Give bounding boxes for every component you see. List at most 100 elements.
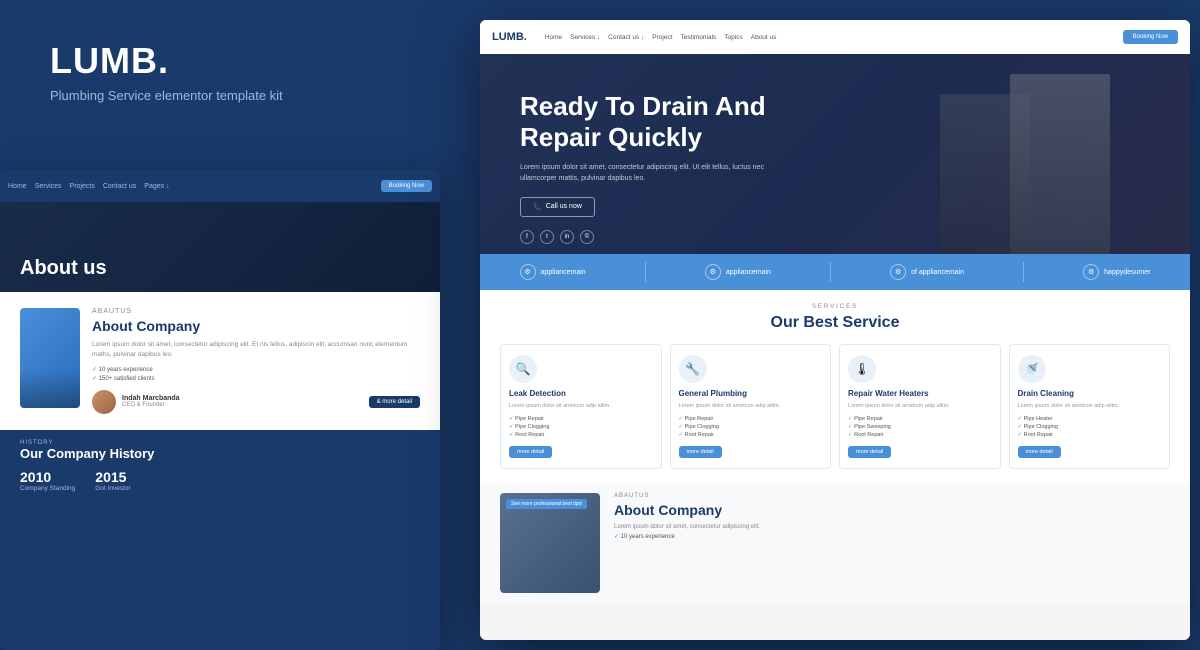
service-more-btn[interactable]: more detail xyxy=(1018,446,1061,458)
service-card-heater: 🌡 Repair Water Heaters Lorem ipsum dolor… xyxy=(839,344,1001,469)
history-years: 2010 Company Standing 2015 Got Investor xyxy=(20,469,420,492)
about-company-section: Abautus About Company Lorem ipsum dolor … xyxy=(0,292,440,430)
service-more-btn[interactable]: more detail xyxy=(509,446,552,458)
year-label: Got Investor xyxy=(95,485,130,492)
hero-title: Ready To Drain And Repair Quickly xyxy=(520,91,820,153)
service-card-text: Lorem ipsum dolor sit ametcon adip alitm… xyxy=(679,402,781,410)
stat-label: appliancemain xyxy=(541,269,586,276)
services-label: Services xyxy=(500,304,1170,310)
about-checks: 10 years experience 150+ satisfied clien… xyxy=(92,366,420,382)
right-nav-item[interactable]: Services ↓ xyxy=(570,34,600,41)
services-grid: 🔍 Leak Detection Lorem ipsum dolor sit a… xyxy=(500,344,1170,469)
facebook-icon[interactable]: f xyxy=(520,230,534,244)
person-role: CEO & Founder xyxy=(122,402,180,408)
service-card-checks: Pipe Repair Pipe Clogging Root Repair xyxy=(509,416,549,438)
year-number: 2010 xyxy=(20,469,75,485)
check-item: 150+ satisfied clients xyxy=(92,375,420,382)
booking-btn[interactable]: Booking Now xyxy=(381,180,432,192)
person-btn[interactable]: & more detail xyxy=(369,396,420,408)
img-badge: See more professional best tips! xyxy=(506,499,587,509)
right-nav-item[interactable]: About us xyxy=(751,34,777,41)
left-mockup-nav: Home Services Projects Contact us Pages … xyxy=(0,170,440,202)
twitter-icon[interactable]: t xyxy=(540,230,554,244)
service-more-btn[interactable]: more detail xyxy=(679,446,722,458)
service-card-title: Drain Cleaning xyxy=(1018,389,1074,398)
service-check: Pipe Repair xyxy=(848,416,891,422)
service-check: Pipe Sweeping xyxy=(848,424,891,430)
service-card-checks: Pipe Repair Pipe Clogging Root Repair xyxy=(679,416,719,438)
service-more-btn[interactable]: more detail xyxy=(848,446,891,458)
service-check: Root Repair xyxy=(509,432,549,438)
service-check: Root Repair xyxy=(1018,432,1058,438)
services-title: Our Best Service xyxy=(500,314,1170,332)
stat-label: of appliancemain xyxy=(911,269,964,276)
stat-icon: ⚙ xyxy=(890,264,906,280)
stat-item: ⚙ appliancemain xyxy=(705,264,771,280)
about-right-section: See more professional best tips! Abautus… xyxy=(480,483,1190,603)
right-nav-item[interactable]: Project xyxy=(652,34,672,41)
phone-icon: 📞 xyxy=(533,203,542,211)
nav-item[interactable]: Projects xyxy=(70,183,95,190)
stat-divider xyxy=(645,262,646,282)
service-card-title: General Plumbing xyxy=(679,389,747,398)
right-logo: LUMB. xyxy=(492,31,527,43)
stat-icon: ⚙ xyxy=(705,264,721,280)
service-check: Root Repair xyxy=(848,432,891,438)
brand-section: LUMB. Plumbing Service elementor templat… xyxy=(0,0,470,123)
nav-item[interactable]: Home xyxy=(8,183,27,190)
service-check: Pipe Clogging xyxy=(1018,424,1058,430)
stat-icon: ⚙ xyxy=(520,264,536,280)
service-card-plumbing: 🔧 General Plumbing Lorem ipsum dolor sit… xyxy=(670,344,832,469)
right-booking-btn[interactable]: Booking Now xyxy=(1123,30,1178,44)
about-person: Indah Marcbanda CEO & Founder & more det… xyxy=(92,390,420,414)
drain-cleaning-icon: 🚿 xyxy=(1018,355,1046,383)
service-check: Root Repair xyxy=(679,432,719,438)
service-check: Pipe Clogging xyxy=(679,424,719,430)
hero-content: Ready To Drain And Repair Quickly Lorem … xyxy=(520,91,1150,217)
left-hero-title: About us xyxy=(20,257,107,280)
about-right-content: Abautus About Company Lorem ipsum dolor … xyxy=(614,493,1170,593)
about-subtitle: Abautus xyxy=(92,308,420,315)
about-right-text: Lorem ipsum dolor sit amet, consectetur … xyxy=(614,523,1170,533)
left-hero: About us xyxy=(0,202,440,292)
year-label: Company Standing xyxy=(20,485,75,492)
nav-item[interactable]: Pages ↓ xyxy=(144,183,169,190)
about-right-title: About Company xyxy=(614,502,1170,518)
history-year: 2010 Company Standing xyxy=(20,469,75,492)
person-avatar xyxy=(92,390,116,414)
service-card-checks: Pipe Heater Pipe Clogging Root Repair xyxy=(1018,416,1058,438)
right-nav: LUMB. Home Services ↓ Contact us ↓ Proje… xyxy=(480,20,1190,54)
about-image xyxy=(20,308,80,408)
stat-label: appliancemain xyxy=(726,269,771,276)
service-card-text: Lorem ipsum dolor sit ametcon adip alitm… xyxy=(509,402,611,410)
person-name: Indah Marcbanda xyxy=(122,395,180,402)
social-icon[interactable]: © xyxy=(580,230,594,244)
stats-bar: ⚙ appliancemain ⚙ appliancemain ⚙ of app… xyxy=(480,254,1190,290)
service-card-leak: 🔍 Leak Detection Lorem ipsum dolor sit a… xyxy=(500,344,662,469)
right-nav-item[interactable]: Home xyxy=(545,34,562,41)
about-company-title: About Company xyxy=(92,318,420,334)
right-nav-item[interactable]: Topics xyxy=(724,34,742,41)
nav-item[interactable]: Services xyxy=(35,183,62,190)
about-text: Lorem ipsum dolor sit amet, consectetur … xyxy=(92,340,420,360)
hero-text: Lorem ipsum dolor sit amet, consectetur … xyxy=(520,162,800,184)
person-info: Indah Marcbanda CEO & Founder xyxy=(122,395,180,408)
right-nav-item[interactable]: Contact us ↓ xyxy=(608,34,644,41)
right-nav-item[interactable]: Testimonials xyxy=(681,34,717,41)
service-card-text: Lorem ipsum dolor sit ametcon adip alitm… xyxy=(848,402,950,410)
nav-item[interactable]: Contact us xyxy=(103,183,136,190)
water-heater-icon: 🌡 xyxy=(848,355,876,383)
services-section: Services Our Best Service 🔍 Leak Detecti… xyxy=(480,290,1190,483)
hero-cta-btn[interactable]: 📞 Call us now xyxy=(520,197,595,217)
stat-label: happydesumer xyxy=(1104,269,1150,276)
about-right-label: Abautus xyxy=(614,493,1170,499)
linkedin-icon[interactable]: in xyxy=(560,230,574,244)
service-check: Pipe Repair xyxy=(679,416,719,422)
about-right-checks: 10 years experience xyxy=(614,533,1170,540)
hero-social: f t in © xyxy=(520,230,594,244)
year-number: 2015 xyxy=(95,469,130,485)
nav-items-left: Home Services Projects Contact us Pages … xyxy=(8,183,375,190)
hero-section: Ready To Drain And Repair Quickly Lorem … xyxy=(480,54,1190,254)
service-card-checks: Pipe Repair Pipe Sweeping Root Repair xyxy=(848,416,891,438)
right-nav-items: Home Services ↓ Contact us ↓ Project Tes… xyxy=(545,34,1115,41)
